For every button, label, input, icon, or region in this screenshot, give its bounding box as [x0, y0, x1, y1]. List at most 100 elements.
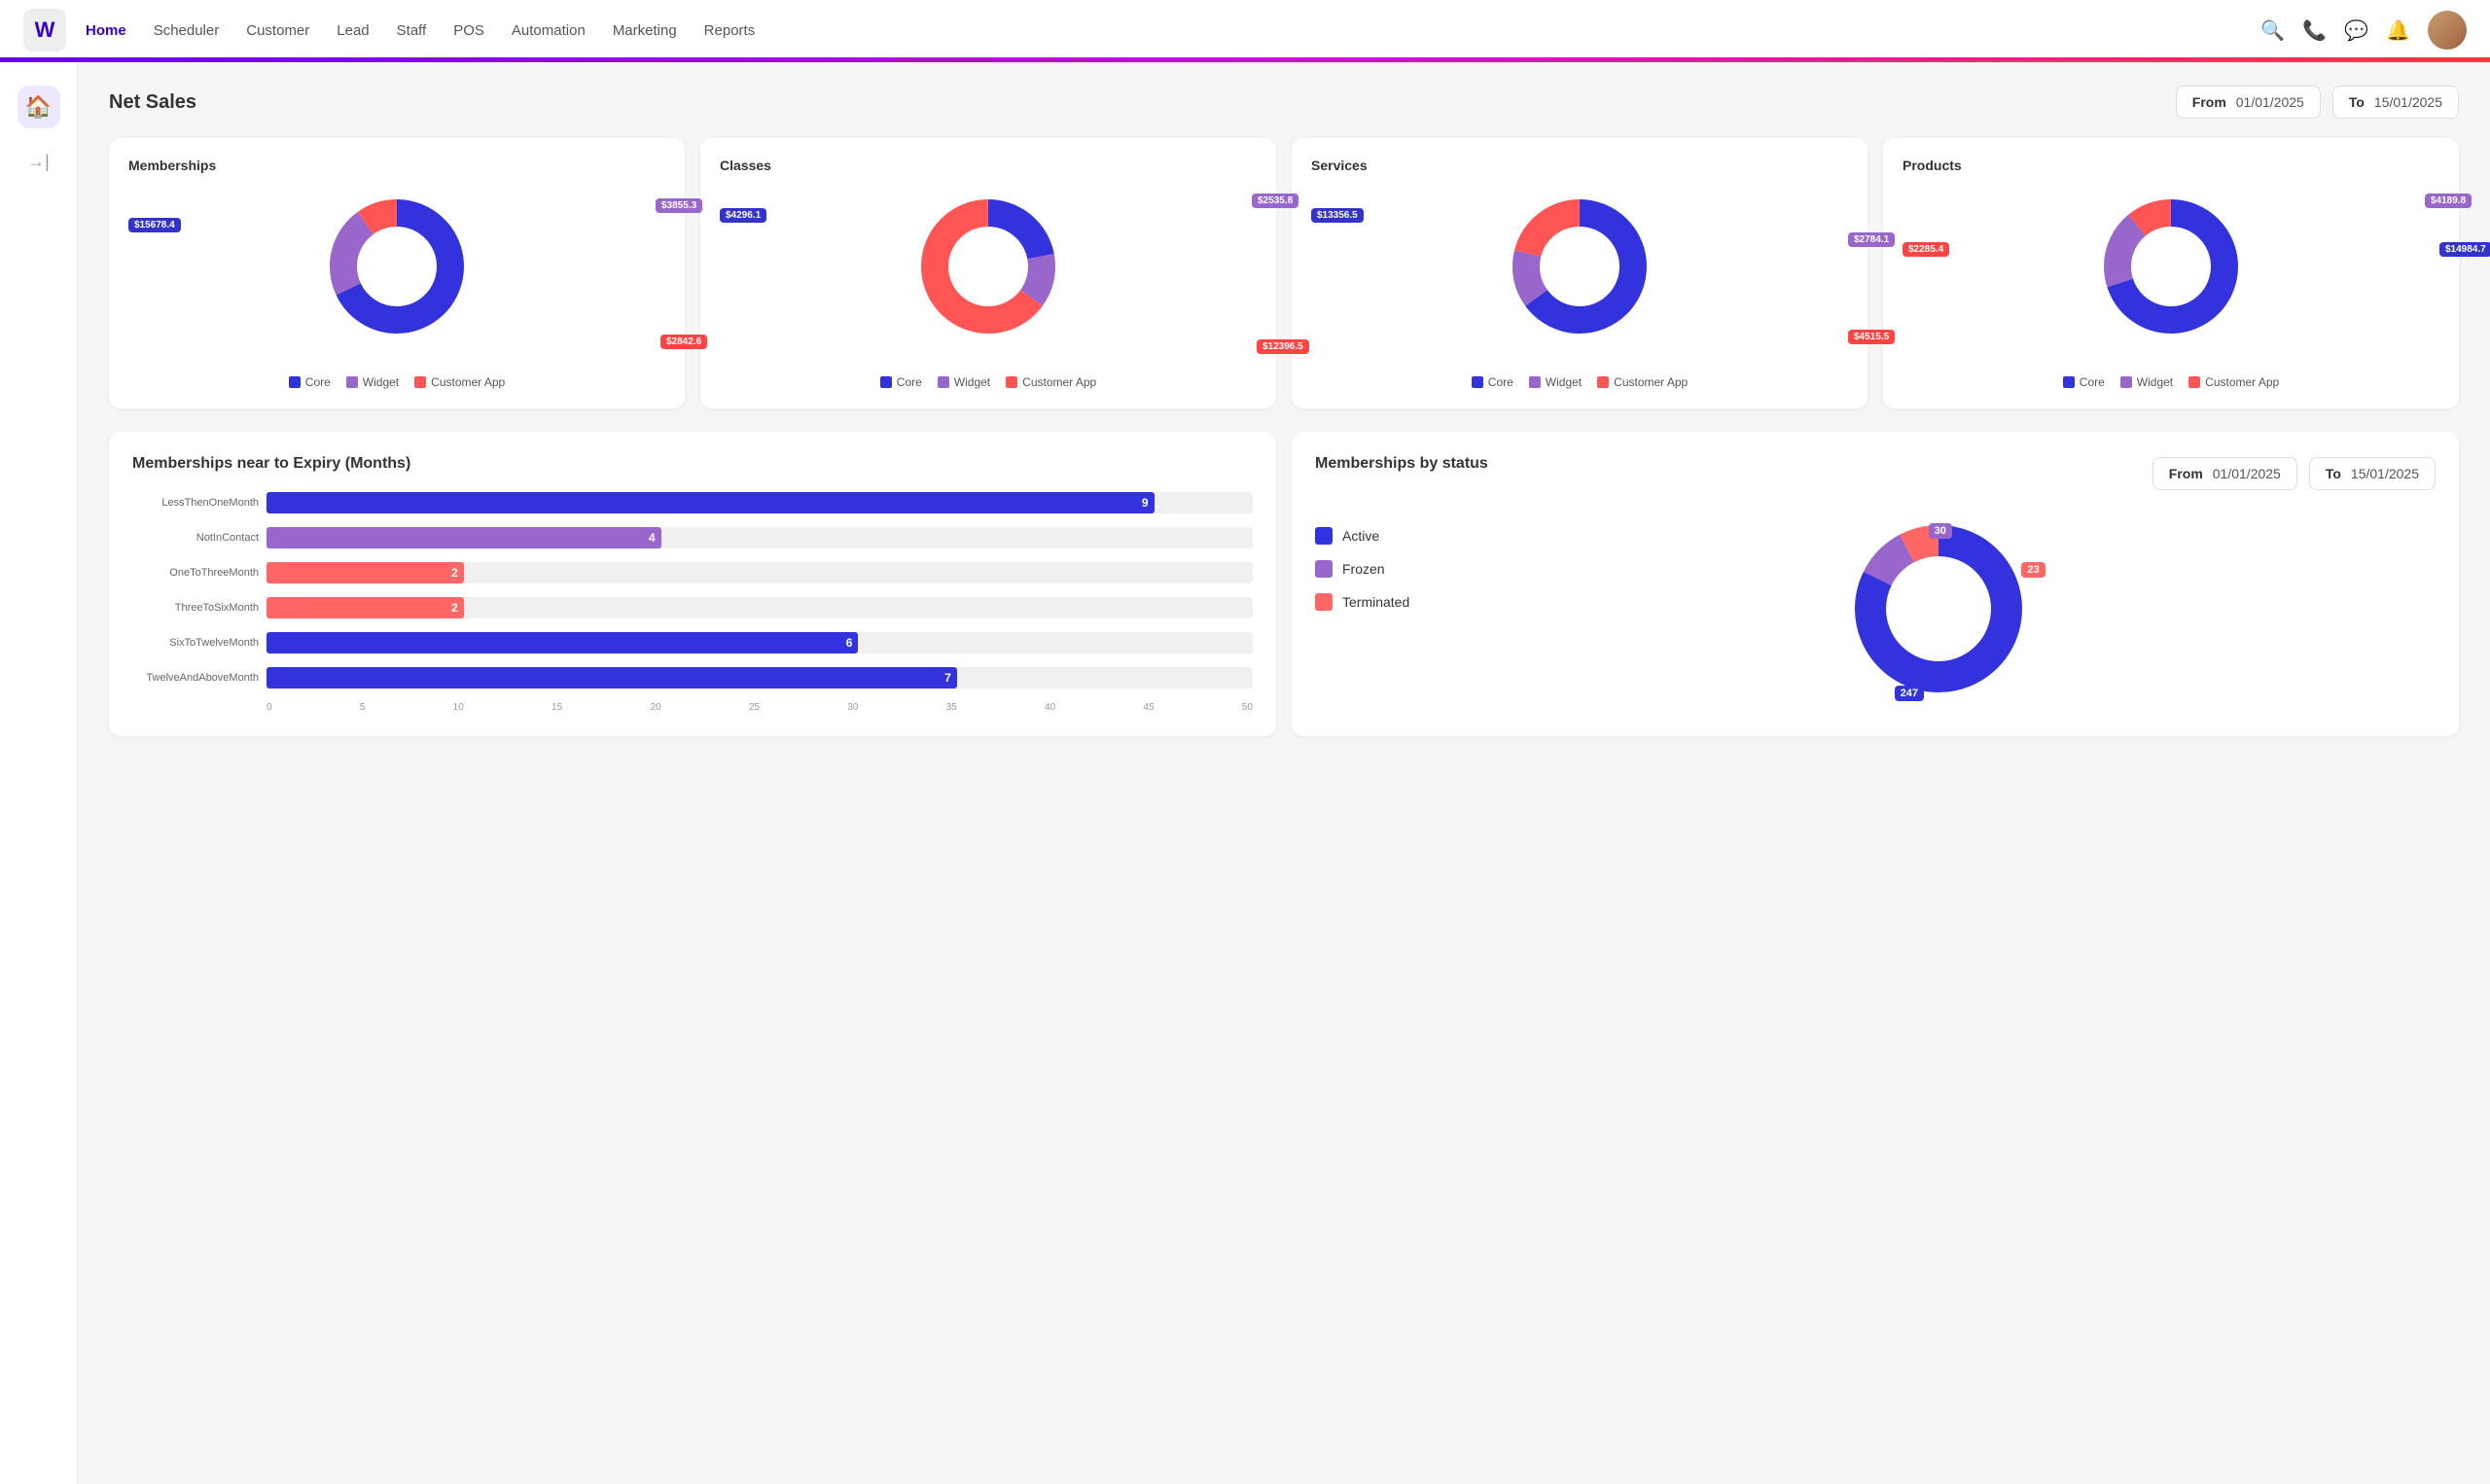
status-active: Active [1315, 527, 1409, 545]
bell-icon[interactable]: 🔔 [2386, 18, 2410, 43]
bar-row-2: OneToThreeMonth 2 [132, 562, 1253, 583]
nav-lead[interactable]: Lead [337, 22, 369, 39]
bar-row-5: TwelveAndAboveMonth 7 [132, 667, 1253, 689]
net-sales-header: Net Sales From 01/01/2025 To 15/01/2025 [109, 86, 2459, 119]
status-frozen: Frozen [1315, 560, 1409, 578]
legend-customer-app-3: Customer App [1597, 375, 1688, 389]
whatsapp-icon[interactable]: 💬 [2344, 18, 2368, 43]
products-legend: Core Widget Customer App [1903, 375, 2439, 389]
legend-core: Core [289, 375, 331, 389]
bar-value-5: 7 [944, 671, 951, 685]
bar-label-4: SixToTwelveMonth [132, 637, 259, 649]
active-dot [1315, 527, 1333, 545]
status-from-label: From [2169, 466, 2203, 481]
bar-axis: 0 5 10 15 20 25 30 35 40 45 50 [132, 702, 1253, 713]
bar-fill-3: 2 [267, 597, 464, 618]
nav-pos[interactable]: POS [453, 22, 484, 39]
services-chart-card: Services $13356.5 $2784.1 [1292, 138, 1868, 408]
bar-chart: LessThenOneMonth 9 NotInContact 4 [132, 492, 1253, 713]
status-terminated: Terminated [1315, 593, 1409, 611]
status-from-box[interactable]: From 01/01/2025 [2152, 457, 2297, 490]
terminated-count-label: 23 [2021, 560, 2045, 578]
sidebar-home-icon[interactable]: 🏠 [18, 86, 60, 128]
status-card: Memberships by status From 01/01/2025 To… [1292, 432, 2459, 736]
status-from-value: 01/01/2025 [2213, 466, 2281, 481]
status-legend: Active Frozen Terminated [1315, 512, 1409, 711]
nav-marketing[interactable]: Marketing [613, 22, 677, 39]
sidebar-collapse-icon[interactable]: →| [27, 152, 50, 172]
bar-track-4: 6 [267, 632, 1253, 654]
products-title: Products [1903, 158, 2439, 173]
bar-label-5: TwelveAndAboveMonth [132, 672, 259, 684]
bar-fill-0: 9 [267, 492, 1155, 513]
net-sales-title: Net Sales [109, 91, 2176, 114]
bar-track-5: 7 [267, 667, 1253, 689]
expiry-title: Memberships near to Expiry (Months) [132, 455, 1253, 473]
bar-value-3: 2 [451, 601, 458, 615]
bar-track-1: 4 [267, 527, 1253, 548]
nav-customer[interactable]: Customer [246, 22, 309, 39]
top-navigation: W Home Scheduler Customer Lead Staff POS… [0, 0, 2490, 62]
sidebar: 🏠 →| [0, 62, 78, 1484]
bar-value-4: 6 [846, 636, 853, 650]
bar-track-0: 9 [267, 492, 1253, 513]
app-logo[interactable]: W [23, 9, 66, 52]
terminated-label: Terminated [1342, 594, 1409, 610]
services-title: Services [1311, 158, 1848, 173]
classes-title: Classes [720, 158, 1257, 173]
products-chart-card: Products $14984.7 $4189.8 [1883, 138, 2459, 408]
charts-grid: Memberships $15678.4 [109, 138, 2459, 408]
status-title: Memberships by status [1315, 455, 1488, 473]
bar-track-3: 2 [267, 597, 1253, 618]
bar-fill-5: 7 [267, 667, 957, 689]
classes-legend: Core Widget Customer App [720, 375, 1257, 389]
phone-icon[interactable]: 📞 [2302, 18, 2327, 43]
search-icon[interactable]: 🔍 [2260, 18, 2285, 43]
nav-right-icons: 🔍 📞 💬 🔔 [2260, 11, 2467, 50]
frozen-label: Frozen [1342, 561, 1385, 577]
bar-label-2: OneToThreeMonth [132, 567, 259, 579]
legend-customer-app-4: Customer App [2188, 375, 2279, 389]
bar-value-0: 9 [1142, 496, 1149, 510]
status-date-range: From 01/01/2025 To 15/01/2025 [2152, 457, 2436, 490]
from-label: From [2192, 94, 2226, 110]
legend-customer-app-2: Customer App [1006, 375, 1096, 389]
nav-scheduler[interactable]: Scheduler [154, 22, 220, 39]
date-range: From 01/01/2025 To 15/01/2025 [2176, 86, 2459, 119]
from-value: 01/01/2025 [2236, 94, 2304, 110]
legend-core-4: Core [2063, 375, 2105, 389]
legend-widget-3: Widget [1529, 375, 1582, 389]
to-value: 15/01/2025 [2374, 94, 2442, 110]
to-label: To [2349, 94, 2365, 110]
avatar[interactable] [2428, 11, 2467, 50]
legend-customer-app: Customer App [414, 375, 505, 389]
main-content: Net Sales From 01/01/2025 To 15/01/2025 … [78, 62, 2490, 1484]
status-to-box[interactable]: To 15/01/2025 [2309, 457, 2436, 490]
memberships-title: Memberships [128, 158, 665, 173]
bar-track-2: 2 [267, 562, 1253, 583]
nav-automation[interactable]: Automation [512, 22, 586, 39]
bar-label-3: ThreeToSixMonth [132, 602, 259, 614]
nav-reports[interactable]: Reports [704, 22, 756, 39]
from-date-box[interactable]: From 01/01/2025 [2176, 86, 2321, 119]
status-to-value: 15/01/2025 [2351, 466, 2419, 481]
terminated-dot [1315, 593, 1333, 611]
legend-core-3: Core [1472, 375, 1513, 389]
frozen-count-label: 30 [1929, 521, 1952, 539]
legend-core-2: Core [880, 375, 922, 389]
classes-chart-card: Classes $4296.1 $2535.8 [700, 138, 1276, 408]
bar-value-2: 2 [451, 566, 458, 580]
nav-home[interactable]: Home [86, 22, 126, 39]
bar-value-1: 4 [649, 531, 656, 545]
active-count-label: 247 [1895, 684, 1924, 701]
nav-staff[interactable]: Staff [397, 22, 427, 39]
bar-fill-2: 2 [267, 562, 464, 583]
frozen-dot [1315, 560, 1333, 578]
status-donut-wrap: 30 23 247 [1441, 512, 2436, 711]
legend-widget: Widget [346, 375, 399, 389]
status-header-row: Memberships by status From 01/01/2025 To… [1315, 455, 2436, 492]
legend-widget-4: Widget [2120, 375, 2173, 389]
to-date-box[interactable]: To 15/01/2025 [2332, 86, 2459, 119]
bar-fill-1: 4 [267, 527, 661, 548]
app-body: 🏠 →| Net Sales From 01/01/2025 To 15/01/… [0, 62, 2490, 1484]
